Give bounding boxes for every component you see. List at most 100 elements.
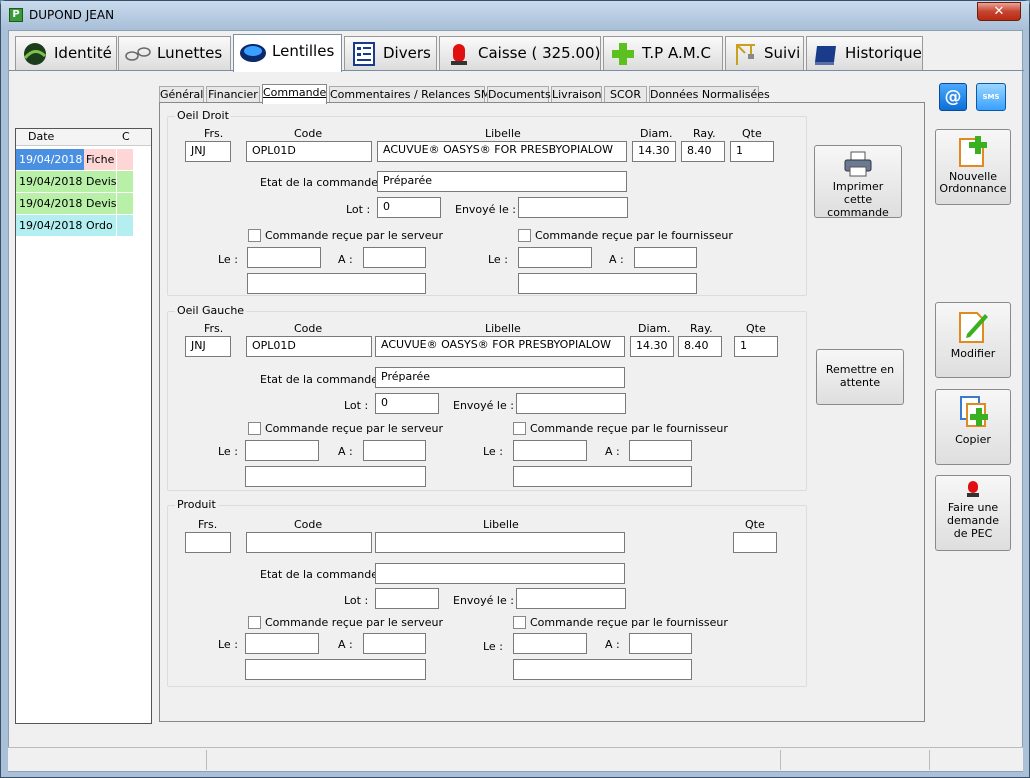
og-recu-serveur-checkbox[interactable] xyxy=(248,422,261,435)
subtab-general[interactable]: Général xyxy=(159,86,204,103)
od-ray-field[interactable]: 8.40 xyxy=(681,141,725,162)
produit-frs-field[interactable] xyxy=(185,532,231,553)
og-code-field[interactable]: OPL01D xyxy=(246,336,372,357)
od-recu-fournisseur-checkbox[interactable] xyxy=(518,229,531,242)
produit-fournisseur-le-field[interactable] xyxy=(513,633,587,654)
og-libelle-field[interactable]: ACUVUE® OASYS® FOR PRESBYOPIALOW xyxy=(375,336,625,357)
subtab-livraison[interactable]: Livraison xyxy=(551,86,602,103)
history-row[interactable]: 19/04/2018 Ordo xyxy=(16,215,133,236)
tab-lunettes-label: Lunettes xyxy=(157,44,223,62)
imprimer-commande-button[interactable]: Imprimer cette commande xyxy=(814,145,902,219)
tab-divers[interactable]: Divers xyxy=(344,36,437,70)
form-icon xyxy=(353,42,375,66)
sub-tab-bar: Général Financier Commande Commentaires … xyxy=(159,84,770,104)
demande-pec-button[interactable]: Faire une demande de PEC xyxy=(935,475,1011,551)
crane-icon xyxy=(736,44,755,65)
og-fournisseur-le-field[interactable] xyxy=(513,440,587,461)
label-le: Le : xyxy=(488,253,508,266)
og-etat-field[interactable]: Préparée xyxy=(375,367,625,388)
od-fournisseur-le-field[interactable] xyxy=(518,247,592,268)
demande-pec-label: Faire une demande de PEC xyxy=(947,501,999,540)
produit-serveur-le-field[interactable] xyxy=(245,633,319,654)
od-etat-field[interactable]: Préparée xyxy=(377,171,627,192)
main-tab-bar: Identité Lunettes Lentilles Divers Caiss… xyxy=(15,34,1015,72)
tab-suivi[interactable]: Suivi xyxy=(725,36,804,70)
label-code: Code xyxy=(294,518,323,531)
produit-qte-field[interactable] xyxy=(733,532,777,553)
produit-recu-fournisseur-checkbox[interactable] xyxy=(513,616,526,629)
od-fournisseur-a-field[interactable] xyxy=(634,247,697,268)
nouvelle-ordonnance-button[interactable]: Nouvelle Ordonnance xyxy=(935,129,1011,205)
label-a: A : xyxy=(338,445,353,458)
od-lot-field[interactable]: 0 xyxy=(377,197,441,218)
subtab-documents[interactable]: Documents xyxy=(487,86,551,103)
od-serveur-info-field[interactable] xyxy=(247,273,426,294)
tab-caisse[interactable]: Caisse ( 325.00) xyxy=(439,36,601,70)
subtab-commande[interactable]: Commande xyxy=(262,84,327,104)
copier-button[interactable]: Copier xyxy=(935,389,1011,465)
tab-identite[interactable]: Identité xyxy=(15,36,117,70)
email-button[interactable]: @ xyxy=(939,83,967,111)
history-row-c xyxy=(116,215,133,236)
group-produit: Produit Frs. Code Libelle Qte Etat de la… xyxy=(167,498,807,687)
produit-etat-field[interactable] xyxy=(375,563,625,584)
title-bar[interactable]: P DUPOND JEAN ✕ xyxy=(1,1,1029,29)
sms-button[interactable]: SMS xyxy=(976,83,1006,111)
close-button[interactable]: ✕ xyxy=(977,2,1021,21)
history-row[interactable]: 19/04/2018 Fiche xyxy=(16,149,133,170)
remettre-en-attente-label: Remettre en attente xyxy=(825,363,895,389)
og-serveur-info-field[interactable] xyxy=(245,466,426,487)
produit-libelle-field[interactable] xyxy=(375,532,625,553)
od-envoye-field[interactable] xyxy=(518,197,628,218)
og-frs-field[interactable]: JNJ xyxy=(185,336,231,357)
label-le: Le : xyxy=(483,445,503,458)
label-a: A : xyxy=(338,638,353,651)
new-document-icon xyxy=(959,136,987,167)
tab-lentilles[interactable]: Lentilles xyxy=(233,34,342,72)
subtab-donnees-normalisees[interactable]: Données Normalisées xyxy=(649,86,770,103)
label-lot: Lot : xyxy=(344,399,369,412)
produit-recu-serveur-checkbox[interactable] xyxy=(248,616,261,629)
od-qte-field[interactable]: 1 xyxy=(730,141,774,162)
subtab-commentaires[interactable]: Commentaires / Relances SMS xyxy=(329,86,497,103)
history-row-c xyxy=(116,171,133,192)
remettre-en-attente-button[interactable]: Remettre en attente xyxy=(816,349,904,405)
og-fournisseur-info-field[interactable] xyxy=(513,466,692,487)
produit-serveur-a-field[interactable] xyxy=(363,633,426,654)
og-lot-field[interactable]: 0 xyxy=(375,393,439,414)
od-recu-serveur-checkbox[interactable] xyxy=(248,229,261,242)
group-oeil-gauche-title: Oeil Gauche xyxy=(175,304,247,317)
od-code-field[interactable]: OPL01D xyxy=(246,141,372,162)
produit-envoye-field[interactable] xyxy=(516,588,626,609)
label-diam: Diam. xyxy=(640,127,673,140)
produit-serveur-info-field[interactable] xyxy=(245,659,426,680)
tab-historique[interactable]: Historique xyxy=(806,36,923,70)
og-qte-field[interactable]: 1 xyxy=(734,336,778,357)
produit-fournisseur-info-field[interactable] xyxy=(513,659,692,680)
tab-lunettes[interactable]: Lunettes xyxy=(118,36,231,70)
label-envoye: Envoyé le : xyxy=(453,399,514,412)
od-fournisseur-info-field[interactable] xyxy=(518,273,697,294)
produit-lot-field[interactable] xyxy=(375,588,439,609)
og-serveur-le-field[interactable] xyxy=(245,440,319,461)
og-envoye-field[interactable] xyxy=(516,393,626,414)
history-row[interactable]: 19/04/2018 Devis xyxy=(16,171,133,192)
modifier-button[interactable]: Modifier xyxy=(935,302,1011,378)
og-diam-field[interactable]: 14.30 xyxy=(630,336,674,357)
og-fournisseur-a-field[interactable] xyxy=(629,440,692,461)
subtab-financier[interactable]: Financier xyxy=(206,86,260,103)
og-serveur-a-field[interactable] xyxy=(363,440,426,461)
od-serveur-a-field[interactable] xyxy=(363,247,426,268)
tab-tpamc[interactable]: T.P A.M.C xyxy=(603,36,723,70)
history-row[interactable]: 19/04/2018 Devis xyxy=(16,193,133,214)
produit-fournisseur-a-field[interactable] xyxy=(629,633,692,654)
og-ray-field[interactable]: 8.40 xyxy=(678,336,722,357)
og-recu-fournisseur-checkbox[interactable] xyxy=(513,422,526,435)
od-frs-field[interactable]: JNJ xyxy=(185,141,231,162)
subtab-scor[interactable]: SCOR xyxy=(604,86,647,103)
od-libelle-field[interactable]: ACUVUE® OASYS® FOR PRESBYOPIALOW xyxy=(377,141,627,162)
history-list[interactable]: Date C 19/04/2018 Fiche 19/04/2018 Devis… xyxy=(15,128,152,724)
od-diam-field[interactable]: 14.30 xyxy=(632,141,676,162)
od-serveur-le-field[interactable] xyxy=(247,247,321,268)
produit-code-field[interactable] xyxy=(246,532,372,553)
